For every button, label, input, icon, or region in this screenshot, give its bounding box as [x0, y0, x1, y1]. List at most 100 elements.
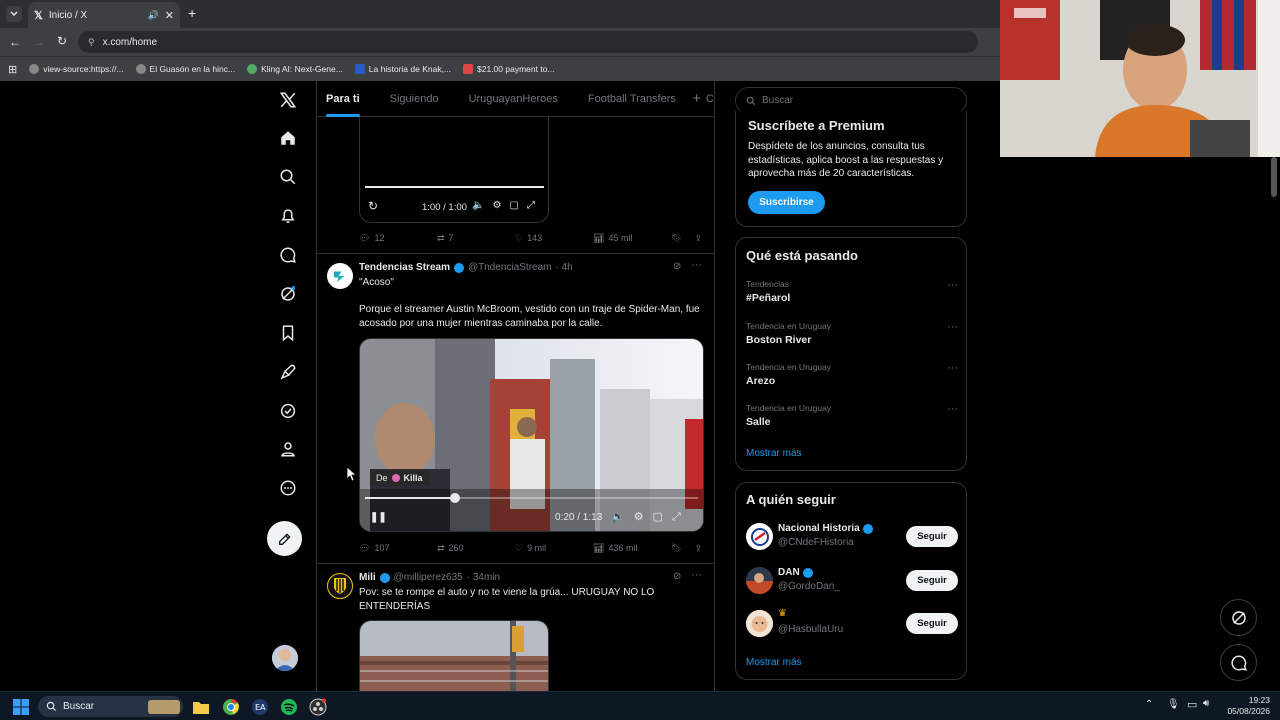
more-icon[interactable]: ···: [947, 279, 958, 291]
messages-icon[interactable]: [268, 239, 308, 271]
home-icon[interactable]: [268, 122, 308, 154]
bookmark-item[interactable]: view-source:https://...: [29, 64, 124, 74]
clock[interactable]: 19:23 05/08/2026: [1222, 695, 1270, 717]
profile-icon[interactable]: [268, 433, 308, 465]
follow-item[interactable]: Nacional Historia @CNdeFHistoria Seguir: [746, 520, 958, 554]
bookmark-icon[interactable]: 🔖︎: [671, 233, 682, 244]
apps-icon[interactable]: ⊞: [8, 63, 17, 76]
video-controls-icons[interactable]: 🔈⚙▢⤢: [472, 200, 543, 211]
bookmark-item[interactable]: La historia de Knak,...: [354, 64, 451, 74]
follow-button[interactable]: Seguir: [906, 570, 958, 591]
trend-item[interactable]: Tendencia en Uruguay Arezo ···: [746, 362, 958, 387]
trend-item[interactable]: Tendencia en Uruguay Boston River ···: [746, 321, 958, 346]
replay-icon[interactable]: ↻: [368, 199, 378, 213]
display-icon[interactable]: ▭: [1187, 698, 1197, 711]
browser-tab[interactable]: 𝕏 Inicio / X 🔊 ✕: [28, 2, 180, 28]
bookmark-item[interactable]: El Guasón en la hinc...: [135, 64, 235, 74]
post-video[interactable]: De Killa ❚❚ 0:20 / 1:13 🔈⚙▢⤢: [359, 338, 704, 532]
author-handle[interactable]: @TndenciaStream: [468, 262, 552, 273]
omnibox[interactable]: ⚲ x.com/home: [78, 31, 978, 53]
trend-item[interactable]: Tendencias #Peñarol ···: [746, 279, 958, 304]
post-mili[interactable]: Mili @milliperez635 · 34min ⊘ ··· Pov: s…: [317, 563, 714, 691]
show-more-link[interactable]: Mostrar más: [746, 657, 802, 668]
follow-button[interactable]: Seguir: [906, 613, 958, 634]
back-icon[interactable]: ←: [9, 35, 21, 49]
speaker-icon[interactable]: 🔊: [148, 10, 159, 21]
tab-uruguayanheroes[interactable]: UruguayanHeroes: [461, 81, 566, 117]
video-controls-icons[interactable]: 🔈⚙▢⤢: [611, 510, 690, 524]
x-logo-icon[interactable]: [268, 84, 308, 116]
taskbar-search[interactable]: Buscar: [38, 696, 183, 717]
avatar[interactable]: [746, 610, 773, 637]
trend-item[interactable]: Tendencia en Uruguay Salle ···: [746, 403, 958, 428]
grok-explain-icon[interactable]: ⊘: [673, 261, 681, 272]
bookmark-item[interactable]: $21.00 payment to...: [463, 64, 555, 74]
video-progress-track[interactable]: [365, 186, 544, 188]
forward-icon[interactable]: →: [33, 35, 45, 49]
post-more-icon[interactable]: ···: [691, 569, 702, 581]
spotify-icon[interactable]: [280, 698, 298, 716]
more-icon[interactable]: [268, 472, 308, 504]
reply-button[interactable]: 💬︎ 107: [359, 543, 437, 554]
follow-item[interactable]: DAN @GordoDan_ Seguir: [746, 564, 958, 598]
video-progress-track[interactable]: [365, 493, 698, 503]
reply-button[interactable]: 💬︎ 12: [359, 233, 437, 244]
author-name[interactable]: Mili: [359, 572, 376, 583]
chrome-icon[interactable]: [222, 698, 240, 716]
views-button[interactable]: 📊︎ 436 mil: [593, 543, 663, 554]
bookmark-icon[interactable]: 🔖︎: [671, 543, 682, 554]
subscribe-button[interactable]: Suscribirse: [748, 191, 825, 214]
pause-icon[interactable]: ❚❚: [370, 512, 387, 523]
repost-button[interactable]: ⇄ 260: [437, 543, 515, 554]
share-icon[interactable]: ⇪: [694, 233, 702, 244]
avatar[interactable]: [272, 645, 298, 671]
share-icon[interactable]: ⇪: [694, 543, 702, 554]
grok-icon[interactable]: [268, 278, 308, 310]
windows-start-icon[interactable]: [12, 698, 30, 716]
reload-icon[interactable]: ↻: [57, 34, 67, 48]
rocket-icon[interactable]: [268, 356, 308, 388]
views-button[interactable]: 📊︎ 45 mil: [593, 233, 663, 244]
author-handle[interactable]: @milliperez635: [394, 572, 463, 583]
more-icon[interactable]: ···: [947, 403, 958, 415]
new-tab-button[interactable]: +: [188, 5, 196, 21]
verified-icon[interactable]: [268, 395, 308, 427]
avatar[interactable]: [327, 263, 353, 289]
avatar[interactable]: [327, 573, 353, 599]
messages-floating-button[interactable]: [1220, 644, 1257, 681]
post-video-previous[interactable]: ↻ 1:00 / 1:00 🔈⚙▢⤢: [359, 111, 549, 223]
post-more-icon[interactable]: ···: [691, 259, 702, 271]
volume-icon[interactable]: 🔊︎: [1203, 698, 1209, 709]
more-icon[interactable]: ···: [947, 321, 958, 333]
follow-button[interactable]: Seguir: [906, 526, 958, 547]
microphone-icon[interactable]: 🎙︎: [1167, 699, 1180, 710]
more-icon[interactable]: ···: [947, 362, 958, 374]
show-more-link[interactable]: Mostrar más: [746, 448, 802, 459]
page-scrollbar[interactable]: [1271, 157, 1277, 197]
video-scrubber-handle[interactable]: [449, 493, 460, 503]
close-tab-icon[interactable]: ✕: [165, 9, 174, 22]
obs-icon[interactable]: [309, 698, 327, 716]
add-tab-icon[interactable]: +: [692, 90, 701, 107]
repost-button[interactable]: ⇄ 7: [437, 233, 515, 244]
file-explorer-icon[interactable]: [192, 698, 210, 716]
search-input[interactable]: Buscar: [735, 87, 967, 114]
tab-siguiendo[interactable]: Siguiendo: [382, 81, 447, 117]
post-time[interactable]: · 34min: [467, 572, 500, 583]
tab-para-ti[interactable]: Para ti: [318, 81, 368, 117]
avatar[interactable]: [746, 567, 773, 594]
bookmark-item[interactable]: Kling AI: Next-Gene...: [247, 64, 343, 74]
tab-football-transfers[interactable]: Football Transfers: [580, 81, 684, 117]
tab-search-button[interactable]: [6, 6, 22, 22]
post-image[interactable]: [359, 620, 549, 691]
app-icon[interactable]: EA: [251, 698, 269, 716]
grok-explain-icon[interactable]: ⊘: [673, 571, 681, 582]
author-name[interactable]: Tendencias Stream: [359, 262, 450, 273]
post-tendencias-stream[interactable]: Tendencias Stream @TndenciaStream · 4h ⊘…: [317, 253, 714, 563]
follow-item[interactable]: ♛ @HasbullaUru Seguir: [746, 607, 958, 641]
post-time[interactable]: · 4h: [556, 262, 573, 273]
compose-icon[interactable]: [267, 521, 302, 556]
site-info-icon[interactable]: ⚲: [88, 37, 95, 48]
grok-floating-button[interactable]: [1220, 599, 1257, 636]
bookmarks-icon[interactable]: [268, 317, 308, 349]
